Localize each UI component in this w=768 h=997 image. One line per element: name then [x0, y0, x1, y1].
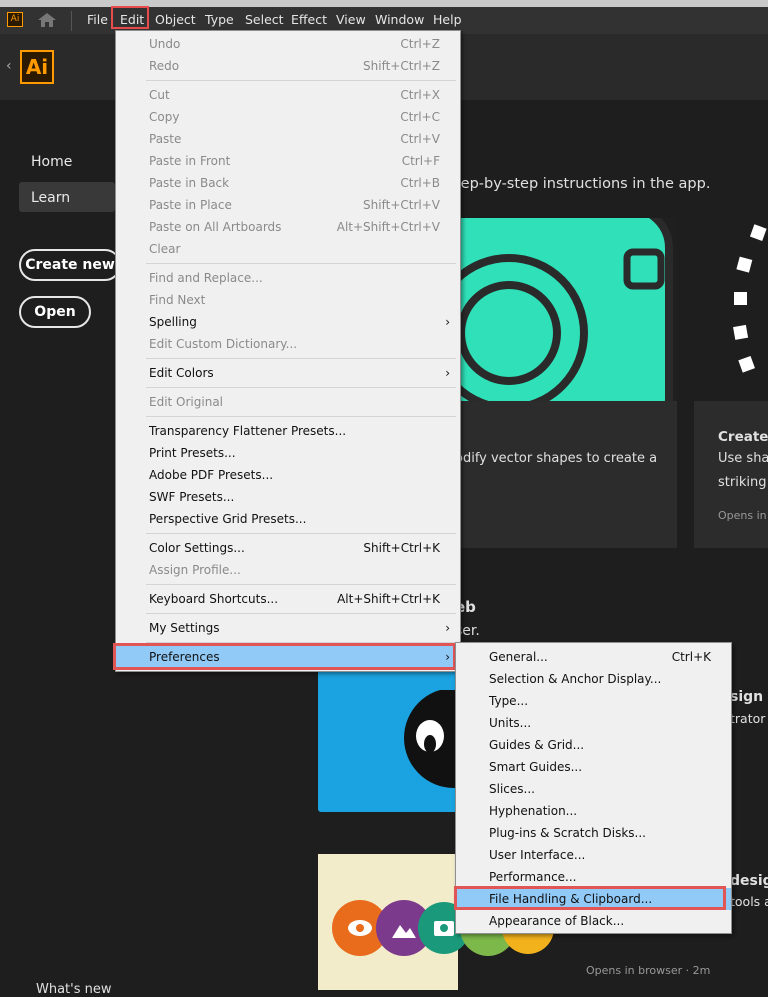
open-button[interactable]: Open	[19, 296, 91, 328]
menu-view[interactable]: View	[336, 13, 366, 27]
pref-item-general[interactable]: General... Ctrl+K	[456, 646, 731, 668]
menu-item-find-next[interactable]: Find Next	[116, 289, 460, 311]
pref-item-user-interface[interactable]: User Interface...	[456, 844, 731, 866]
menu-item-swf-presets[interactable]: SWF Presets...	[116, 486, 460, 508]
menu-item-transparency-flattener-presets[interactable]: Transparency Flattener Presets...	[116, 420, 460, 442]
pref-item-slices[interactable]: Slices...	[456, 778, 731, 800]
camera-illustration	[459, 218, 677, 401]
menu-item-assign-profile[interactable]: Assign Profile...	[116, 559, 460, 581]
menu-separator	[146, 533, 456, 534]
menu-separator	[146, 416, 456, 417]
menu-item-undo[interactable]: Undo Ctrl+Z	[116, 33, 460, 55]
pref-item-performance[interactable]: Performance...	[456, 866, 731, 888]
dots-illustration	[694, 218, 768, 401]
chevron-right-icon: ›	[445, 621, 450, 635]
menu-object[interactable]: Object	[155, 13, 196, 27]
menu-separator	[146, 263, 456, 264]
pref-item-selection-anchor-display[interactable]: Selection & Anchor Display...	[456, 668, 731, 690]
menu-item-redo[interactable]: Redo Shift+Ctrl+Z	[116, 55, 460, 77]
edit-menu-dropdown: Undo Ctrl+Z Redo Shift+Ctrl+Z Cut Ctrl+X Co…	[115, 30, 461, 672]
menu-item-my-settings[interactable]: My Settings ›	[116, 617, 460, 639]
menu-item-edit-custom-dictionary[interactable]: Edit Custom Dictionary...	[116, 333, 460, 355]
card4-title: design	[730, 873, 768, 889]
sidebar-item-home[interactable]: Home	[31, 154, 72, 170]
menu-separator	[146, 358, 456, 359]
menu-separator	[146, 80, 456, 81]
edit-menu-annotation	[111, 6, 149, 29]
menu-item-color-settings[interactable]: Color Settings... Shift+Ctrl+K	[116, 537, 460, 559]
preferences-annotation	[113, 643, 456, 670]
menu-help[interactable]: Help	[433, 13, 462, 27]
pref-item-type[interactable]: Type...	[456, 690, 731, 712]
menubar-divider	[71, 11, 72, 31]
card3-description: trator t	[730, 711, 768, 726]
menu-item-keyboard-shortcuts[interactable]: Keyboard Shortcuts... Alt+Shift+Ctrl+K	[116, 588, 460, 610]
app-logo: Ai	[20, 50, 54, 84]
menu-item-print-presets[interactable]: Print Presets...	[116, 442, 460, 464]
menu-item-cut[interactable]: Cut Ctrl+X	[116, 84, 460, 106]
card2-footer: Opens in a	[718, 509, 768, 522]
owl-illustration	[404, 690, 458, 788]
menu-item-find-and-replace[interactable]: Find and Replace...	[116, 267, 460, 289]
menu-separator	[146, 387, 456, 388]
pref-item-hyphenation[interactable]: Hyphenation...	[456, 800, 731, 822]
menu-item-edit-original[interactable]: Edit Original	[116, 391, 460, 413]
learn-intro-text: tep-by-step instructions in the app.	[455, 176, 711, 192]
chevron-right-icon: ›	[445, 366, 450, 380]
pref-item-guides-grid[interactable]: Guides & Grid...	[456, 734, 731, 756]
menu-item-spelling[interactable]: Spelling ›	[116, 311, 460, 333]
menu-item-paste-in-front[interactable]: Paste in Front Ctrl+F	[116, 150, 460, 172]
chevron-right-icon: ›	[445, 315, 450, 329]
menu-item-adobe-pdf-presets[interactable]: Adobe PDF Presets...	[116, 464, 460, 486]
card1-description: odify vector shapes to create a	[455, 451, 658, 466]
menu-type[interactable]: Type	[205, 13, 234, 27]
app-icon[interactable]: Ai	[7, 12, 23, 27]
create-new-button[interactable]: Create new	[19, 249, 121, 281]
menu-window[interactable]: Window	[375, 13, 424, 27]
pref-item-appearance-of-black[interactable]: Appearance of Black...	[456, 910, 731, 932]
menu-item-edit-colors[interactable]: Edit Colors ›	[116, 362, 460, 384]
menu-item-paste-in-place[interactable]: Paste in Place Shift+Ctrl+V	[116, 194, 460, 216]
menu-item-paste[interactable]: Paste Ctrl+V	[116, 128, 460, 150]
menu-effect[interactable]: Effect	[291, 13, 327, 27]
menu-item-clear[interactable]: Clear	[116, 238, 460, 260]
menu-item-paste-on-all-artboards[interactable]: Paste on All Artboards Alt+Shift+Ctrl+V	[116, 216, 460, 238]
card2-desc-line1: Use shap	[718, 451, 768, 466]
pref-item-units[interactable]: Units...	[456, 712, 731, 734]
sidebar-item-learn[interactable]: Learn	[31, 190, 70, 206]
menu-separator	[146, 584, 456, 585]
pref-item-plugins-scratch-disks[interactable]: Plug-ins & Scratch Disks...	[456, 822, 731, 844]
menu-file[interactable]: File	[87, 13, 108, 27]
file-handling-annotation	[454, 886, 726, 910]
menu-item-paste-in-back[interactable]: Paste in Back Ctrl+B	[116, 172, 460, 194]
card-footer: Opens in browser · 2m	[586, 964, 711, 977]
card4-description: tools a	[730, 894, 768, 909]
menu-item-copy[interactable]: Copy Ctrl+C	[116, 106, 460, 128]
home-icon[interactable]	[37, 12, 57, 28]
menu-select[interactable]: Select	[245, 13, 284, 27]
pref-item-smart-guides[interactable]: Smart Guides...	[456, 756, 731, 778]
menu-separator	[146, 613, 456, 614]
menu-item-perspective-grid-presets[interactable]: Perspective Grid Presets...	[116, 508, 460, 530]
card3-title: sign p	[730, 689, 768, 705]
card2-title: Create a	[718, 429, 768, 445]
chevron-left-icon[interactable]: ‹	[6, 58, 12, 74]
card2-desc-line2: striking n	[718, 475, 768, 490]
